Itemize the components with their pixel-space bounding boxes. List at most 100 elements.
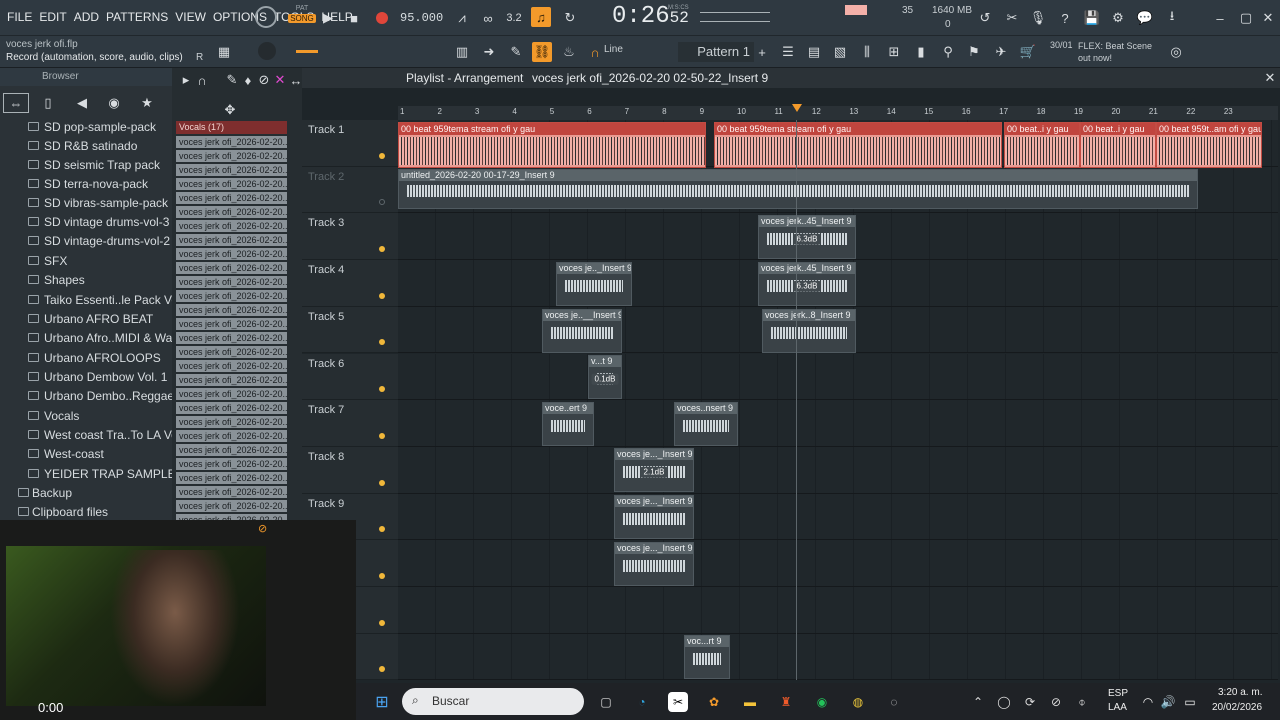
mixer-icon[interactable]: ⫼ <box>857 42 877 62</box>
capcut-icon[interactable]: ✂ <box>668 692 688 712</box>
browser-item[interactable]: Urbano Dembo..Reggaeton <box>0 387 191 406</box>
track-header[interactable]: Track 6 <box>302 353 398 401</box>
channel-item[interactable]: voces jerk ofi_2026-02-20... <box>176 472 287 484</box>
windows-start-icon[interactable]: ⊞ <box>372 692 392 712</box>
stop-icon[interactable]: ■ <box>344 8 364 28</box>
brave-icon[interactable]: ♜ <box>776 692 796 712</box>
browser-item[interactable]: SD terra-nova-pack <box>0 175 172 194</box>
minimize-icon[interactable]: – <box>1210 8 1230 28</box>
channel-group-header[interactable]: Vocals (17) <box>176 121 287 134</box>
channel-item[interactable]: voces jerk ofi_2026-02-20... <box>176 192 287 204</box>
plugin-icon[interactable]: ⚲ <box>938 42 958 62</box>
wait-icon[interactable]: ∞ <box>478 8 498 28</box>
track-enable-dot[interactable] <box>379 479 385 486</box>
menu-file[interactable]: FILE <box>7 10 32 24</box>
tray-app-icon[interactable]: ◯ <box>994 692 1014 712</box>
track-tools-icon[interactable]: ✥ <box>220 100 240 120</box>
keyboard-layout[interactable]: LAA <box>1108 702 1127 713</box>
channel-item[interactable]: voces jerk ofi_2026-02-20... <box>176 262 287 274</box>
cut-icon[interactable]: ✂ <box>1002 8 1022 28</box>
channel-item[interactable]: voces jerk ofi_2026-02-20... <box>176 416 287 428</box>
layout-icon[interactable]: ▦ <box>214 42 234 62</box>
pitch-knob[interactable] <box>258 42 276 60</box>
spotify-icon[interactable]: ◉ <box>812 692 832 712</box>
loop-record-icon[interactable]: ↻ <box>560 8 580 28</box>
arrow-icon[interactable]: ➜ <box>479 42 499 62</box>
countdown-icon[interactable]: 3.2 <box>504 8 524 28</box>
track-enable-dot[interactable] <box>379 526 385 533</box>
channel-item[interactable]: voces jerk ofi_2026-02-20... <box>176 136 287 148</box>
record-icon[interactable] <box>372 8 392 28</box>
file-icon[interactable]: ▮ <box>911 42 931 62</box>
volume-icon[interactable]: 🔊 <box>1158 692 1178 712</box>
channel-item[interactable]: voces jerk ofi_2026-02-20... <box>176 486 287 498</box>
browser-item[interactable]: Urbano Dembow Vol. 1 <box>0 368 172 387</box>
channel-item[interactable]: voces jerk ofi_2026-02-20... <box>176 346 287 358</box>
audio-clip[interactable]: voces jerk..45_Insert 9 6.3dB <box>758 215 856 259</box>
channel-item[interactable]: voces jerk ofi_2026-02-20... <box>176 276 287 288</box>
audio-clip[interactable]: 00 beat 959tema stream ofi y gau <box>714 122 1002 168</box>
browser-item[interactable]: Urbano AFROLOOPS <box>0 349 172 368</box>
audio-clip[interactable]: voces je.._Insert 9 <box>556 262 632 306</box>
channel-item[interactable]: voces jerk ofi_2026-02-20... <box>176 220 287 232</box>
news-text[interactable]: FLEX: Beat Scene out now! <box>1050 40 1160 64</box>
browser-item[interactable]: West-coast <box>0 445 172 464</box>
undo-icon[interactable]: ↺ <box>975 8 995 28</box>
metronome-icon[interactable]: ⩘ <box>452 8 472 28</box>
menu-view[interactable]: VIEW <box>175 10 206 24</box>
channel-item[interactable]: voces jerk ofi_2026-02-20... <box>176 178 287 190</box>
browser-item[interactable]: YEIDER TRAP SAMPLES <box>0 465 184 484</box>
channel-item[interactable]: voces jerk ofi_2026-02-20... <box>176 402 287 414</box>
browser-icon[interactable]: ⚑ <box>964 42 984 62</box>
globe-icon[interactable]: ◎ <box>1166 42 1186 62</box>
browser-item[interactable]: Backup <box>0 484 172 503</box>
browser-all-icon[interactable]: ⇔ <box>3 93 29 113</box>
playlist-close-icon[interactable]: ✕ <box>1260 68 1280 88</box>
playlist-breadcrumb[interactable]: voces jerk ofi_2026-02-20 02-50-22_Inser… <box>532 71 768 85</box>
track-enable-dot[interactable] <box>379 339 385 346</box>
browser-item[interactable]: Shapes <box>0 271 172 290</box>
track-lane[interactable] <box>398 446 1278 494</box>
tray-sync-icon[interactable]: ⟳ <box>1020 692 1040 712</box>
track-enable-dot[interactable] <box>379 432 385 439</box>
channel-item[interactable]: voces jerk ofi_2026-02-20... <box>176 500 287 512</box>
track-header[interactable]: Track 5 <box>302 306 398 354</box>
fl-studio-icon[interactable]: ✿ <box>704 692 724 712</box>
master-volume-knob[interactable] <box>255 6 277 28</box>
task-view-icon[interactable]: ▢ <box>596 692 616 712</box>
channel-item[interactable]: voces jerk ofi_2026-02-20... <box>176 332 287 344</box>
channel-item[interactable]: voces jerk ofi_2026-02-20... <box>176 430 287 442</box>
magnet-tool-icon[interactable]: ∩ <box>192 70 212 90</box>
browser-item[interactable]: Urbano Afro..MIDI & Wave <box>0 329 185 348</box>
channel-item[interactable]: voces jerk ofi_2026-02-20... <box>176 290 287 302</box>
app-icon[interactable]: ◌ <box>884 692 904 712</box>
playlist-icon[interactable]: ☰ <box>778 42 798 62</box>
help-icon[interactable]: ? <box>1055 8 1075 28</box>
audio-clip[interactable]: voces jerk..45_Insert 9 6.3dB <box>758 262 856 306</box>
channel-item[interactable]: voces jerk ofi_2026-02-20... <box>176 234 287 246</box>
close-icon[interactable]: ✕ <box>1258 8 1278 28</box>
track-enable-dot[interactable] <box>379 619 385 626</box>
audio-clip[interactable]: voc...rt 9 <box>684 635 730 679</box>
audio-clip[interactable]: voces je..._Insert 9 2.1dB <box>614 448 694 492</box>
channel-item[interactable]: voces jerk ofi_2026-02-20... <box>176 206 287 218</box>
browser-item[interactable]: West coast Tra..To LA Vol. 1 <box>0 426 194 445</box>
track-header[interactable]: Track 7 <box>302 400 398 447</box>
menu-add[interactable]: ADD <box>74 10 99 24</box>
channel-item[interactable]: voces jerk ofi_2026-02-20... <box>176 248 287 260</box>
audio-clip[interactable]: voce..ert 9 <box>542 402 594 446</box>
track-enable-dot[interactable] <box>379 246 385 253</box>
magnet-icon[interactable]: ∩ <box>585 42 605 62</box>
channel-item[interactable]: voces jerk ofi_2026-02-20... <box>176 458 287 470</box>
audio-clip[interactable]: voces je..._Insert 9 <box>614 542 694 586</box>
track-enable-dot[interactable] <box>379 666 385 673</box>
audio-clip[interactable]: 00 beat..i y gau <box>1080 122 1156 168</box>
track-header[interactable]: Track 3 <box>302 213 398 261</box>
render-icon[interactable]: ⚙ <box>1108 8 1128 28</box>
audio-clip[interactable]: 00 beat 959t..am ofi y gau <box>1156 122 1262 168</box>
add-pattern-icon[interactable]: + <box>752 42 772 62</box>
language-code[interactable]: ESP <box>1108 688 1128 699</box>
audio-clip[interactable]: voces jerk..8_Insert 9 <box>762 309 856 353</box>
save-icon[interactable]: 💾 <box>1082 8 1102 28</box>
browser-item[interactable]: Taiko Essenti..le Pack Vol. 1 <box>0 291 194 310</box>
